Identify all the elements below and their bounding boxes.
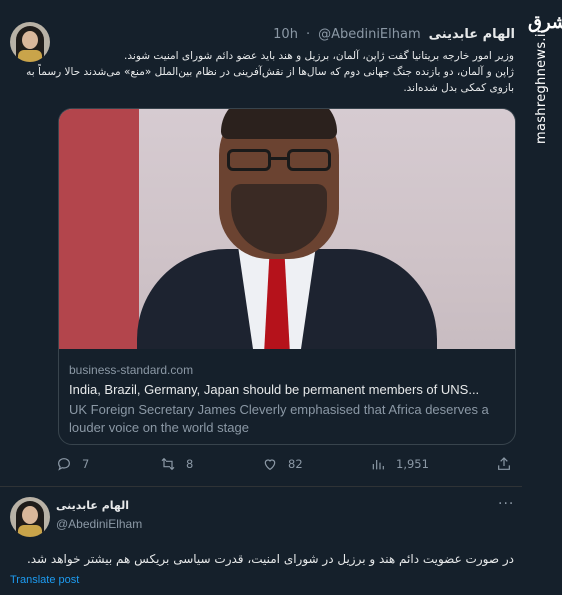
retweet-button[interactable]: 8 bbox=[160, 456, 193, 472]
watermark: مشرق mashreghnews.ir bbox=[522, 0, 562, 595]
time-label[interactable]: 10h bbox=[273, 27, 298, 42]
views-count: 1,951 bbox=[396, 457, 429, 471]
handle[interactable]: @AbediniElham bbox=[56, 517, 142, 531]
reply-icon bbox=[58, 458, 70, 471]
card-image[interactable] bbox=[59, 109, 515, 349]
link-card[interactable]: business-standard.com India, Brazil, Ger… bbox=[58, 108, 516, 445]
watermark-site: mashreghnews.ir bbox=[534, 27, 549, 144]
tweet-thread: 10h · @AbediniElham الهام عابدینی وزیر ا… bbox=[0, 0, 522, 595]
share-icon bbox=[498, 457, 510, 470]
divider bbox=[0, 486, 522, 487]
display-name[interactable]: الهام عابدینی bbox=[56, 499, 129, 512]
like-button[interactable]: 82 bbox=[262, 456, 303, 472]
like-count: 82 bbox=[288, 457, 303, 471]
tweet-text: در صورت عضویت دائم هند و برزیل در شورای … bbox=[26, 552, 514, 566]
display-name[interactable]: الهام عابدینی bbox=[429, 27, 515, 42]
card-title[interactable]: India, Brazil, Germany, Japan should be … bbox=[69, 382, 509, 397]
tweet-text-line: وزیر امور خارجه بریتانیا گفت ژاپن، آلمان… bbox=[124, 50, 514, 62]
card-description[interactable]: UK Foreign Secretary James Cleverly emph… bbox=[69, 401, 509, 437]
retweet-count: 8 bbox=[186, 457, 194, 471]
tweet-text: وزیر امور خارجه بریتانیا گفت ژاپن، آلمان… bbox=[20, 48, 514, 96]
reply-count: 7 bbox=[82, 457, 90, 471]
tweet-header: 10h · @AbediniElham الهام عابدینی bbox=[273, 26, 515, 42]
like-icon bbox=[264, 459, 276, 471]
views-icon bbox=[372, 460, 384, 470]
card-domain[interactable]: business-standard.com bbox=[69, 363, 193, 377]
handle[interactable]: @AbediniElham bbox=[318, 27, 421, 42]
action-bar: 7 8 82 1,951 bbox=[56, 456, 516, 476]
avatar[interactable] bbox=[10, 497, 50, 537]
retweet-icon bbox=[161, 457, 175, 471]
translate-link[interactable]: Translate post bbox=[10, 574, 79, 586]
reply-button[interactable]: 7 bbox=[56, 456, 89, 472]
share-button[interactable] bbox=[496, 456, 512, 472]
more-options-icon[interactable]: ··· bbox=[498, 496, 514, 512]
views-button[interactable]: 1,951 bbox=[370, 456, 429, 472]
time[interactable]: 10h bbox=[273, 27, 298, 42]
tweet-text-line: ژاپن و آلمان، دو بازنده جنگ جهانی دوم که… bbox=[26, 66, 514, 94]
